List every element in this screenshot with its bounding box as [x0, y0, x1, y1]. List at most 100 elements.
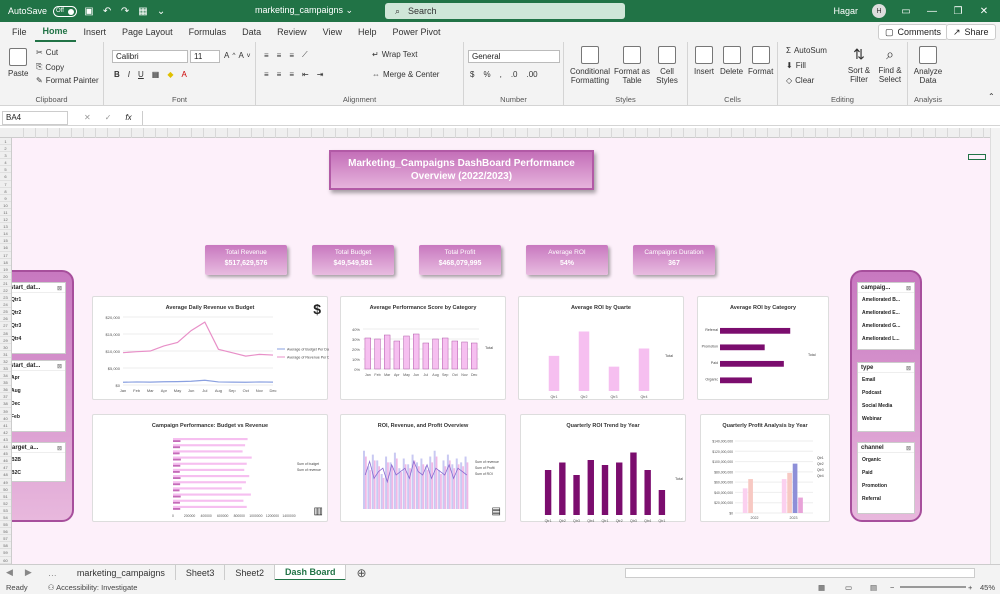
row-header[interactable]: 60: [0, 557, 11, 564]
tab-formulas[interactable]: Formulas: [181, 22, 235, 42]
fill-button[interactable]: ⬇ Fill: [786, 61, 806, 70]
sheet-tab-sheet2[interactable]: Sheet2: [225, 564, 275, 581]
slicer-item[interactable]: Qtr3: [12, 319, 65, 332]
column-header[interactable]: [912, 128, 924, 138]
save-icon[interactable]: ▣: [83, 5, 95, 17]
slicer[interactable]: start_dat... ⊠ Apr Aug Dec Feb: [12, 360, 66, 432]
conditional-formatting-button[interactable]: Conditional Formatting: [568, 46, 612, 85]
slicer-item[interactable]: Qtr1: [12, 293, 65, 306]
row-header[interactable]: 23: [0, 294, 11, 302]
clear-filter-icon[interactable]: ⊠: [57, 285, 62, 292]
column-header[interactable]: [564, 128, 576, 138]
tab-power-pivot[interactable]: Power Pivot: [385, 22, 449, 42]
outdent-icon[interactable]: ⇥: [317, 70, 324, 79]
zoom-in-icon[interactable]: +: [968, 583, 972, 592]
slicer-item[interactable]: Ameliorated E...: [858, 306, 914, 319]
column-header[interactable]: [768, 128, 780, 138]
tab-home[interactable]: Home: [34, 22, 76, 42]
column-header[interactable]: [120, 128, 132, 138]
column-header[interactable]: [408, 128, 420, 138]
column-header[interactable]: [588, 128, 600, 138]
minimize-icon[interactable]: —: [926, 5, 938, 17]
column-header[interactable]: [72, 128, 84, 138]
clear-filter-icon[interactable]: ⊠: [57, 445, 62, 452]
slicer-item[interactable]: Social Media: [858, 399, 914, 412]
more-sheets-icon[interactable]: …: [38, 568, 67, 578]
column-header[interactable]: [240, 128, 252, 138]
column-header[interactable]: [924, 128, 936, 138]
column-header[interactable]: [816, 128, 828, 138]
column-header[interactable]: [384, 128, 396, 138]
column-header[interactable]: [12, 128, 24, 138]
row-header[interactable]: 27: [0, 322, 11, 330]
column-header[interactable]: [84, 128, 96, 138]
column-header[interactable]: [936, 128, 948, 138]
slicer-item[interactable]: Email: [858, 373, 914, 386]
clear-filter-icon[interactable]: ⊠: [906, 365, 911, 372]
row-header[interactable]: 28: [0, 330, 11, 337]
column-header[interactable]: [420, 128, 432, 138]
insert-cells-button[interactable]: Insert: [694, 46, 714, 76]
column-header[interactable]: [288, 128, 300, 138]
tab-review[interactable]: Review: [269, 22, 315, 42]
row-header[interactable]: 42: [0, 429, 11, 436]
column-header[interactable]: [900, 128, 912, 138]
column-header[interactable]: [720, 128, 732, 138]
undo-icon[interactable]: ↶: [101, 5, 113, 17]
column-header[interactable]: [156, 128, 168, 138]
prev-sheet-icon[interactable]: ◀: [0, 567, 19, 578]
row-header[interactable]: 5: [0, 166, 11, 174]
row-header[interactable]: 33: [0, 365, 11, 373]
format-painter-button[interactable]: ✎ Format Painter: [36, 76, 99, 85]
column-header[interactable]: [780, 128, 792, 138]
column-header[interactable]: [444, 128, 456, 138]
column-header[interactable]: [360, 128, 372, 138]
row-header[interactable]: 16: [0, 244, 11, 252]
column-header[interactable]: [204, 128, 216, 138]
slicer-item[interactable]: Ameliorated G...: [858, 319, 914, 332]
italic-button[interactable]: I: [128, 70, 130, 79]
row-header[interactable]: 10: [0, 202, 11, 209]
column-header[interactable]: [168, 128, 180, 138]
row-header[interactable]: 47: [0, 464, 11, 472]
row-header[interactable]: 1: [0, 138, 11, 146]
column-headers[interactable]: [0, 128, 996, 138]
row-header[interactable]: 29: [0, 337, 11, 344]
cell-styles-button[interactable]: Cell Styles: [652, 46, 682, 85]
row-header[interactable]: 58: [0, 542, 11, 550]
format-cells-button[interactable]: Format: [748, 46, 773, 76]
column-header[interactable]: [624, 128, 636, 138]
autosum-button[interactable]: Σ AutoSum: [786, 46, 827, 55]
align-top-icon[interactable]: ≡: [264, 51, 269, 60]
enter-icon[interactable]: ✓: [105, 113, 112, 122]
column-header[interactable]: [840, 128, 852, 138]
fill-color-icon[interactable]: ◆: [167, 70, 173, 79]
slicer-item[interactable]: Feb: [12, 410, 65, 423]
percent-icon[interactable]: %: [483, 70, 490, 79]
tab-insert[interactable]: Insert: [76, 22, 115, 42]
bold-button[interactable]: B: [114, 70, 120, 79]
column-header[interactable]: [756, 128, 768, 138]
column-header[interactable]: [948, 128, 960, 138]
share-button[interactable]: ↗ Share: [946, 24, 996, 40]
chart-quarterly-roi-trend[interactable]: Quarterly ROI Trend by Year Qtr1 Qtr2 Qtr3…: [520, 414, 686, 523]
row-header[interactable]: 37: [0, 393, 11, 401]
column-header[interactable]: [960, 128, 972, 138]
normal-view-icon[interactable]: ▦: [818, 583, 825, 592]
row-header[interactable]: 22: [0, 287, 11, 295]
document-title[interactable]: marketing_campaigns ⌄: [255, 5, 353, 16]
column-header[interactable]: [504, 128, 516, 138]
slicer-item[interactable]: B2B: [12, 453, 65, 466]
chart-avg-daily-revenue-budget[interactable]: Average Daily Revenue vs Budget $ $20,00…: [92, 296, 329, 400]
tab-page-layout[interactable]: Page Layout: [114, 22, 181, 42]
borders-icon[interactable]: ▦: [152, 70, 160, 79]
row-header[interactable]: 8: [0, 188, 11, 195]
align-middle-icon[interactable]: ≡: [277, 51, 282, 60]
slicer-item[interactable]: Apr: [12, 371, 65, 384]
column-header[interactable]: [672, 128, 684, 138]
row-header[interactable]: 2: [0, 145, 11, 153]
slicer-item[interactable]: Ameliorated B...: [858, 293, 914, 306]
slicer-item[interactable]: Paid: [858, 466, 914, 479]
chart-roi-revenue-profit[interactable]: ROI, Revenue, and Profit Overview ▤ Sum …: [340, 414, 506, 522]
dashboard-sheet[interactable]: Marketing_Campaigns DashBoard Performanc…: [12, 138, 990, 564]
